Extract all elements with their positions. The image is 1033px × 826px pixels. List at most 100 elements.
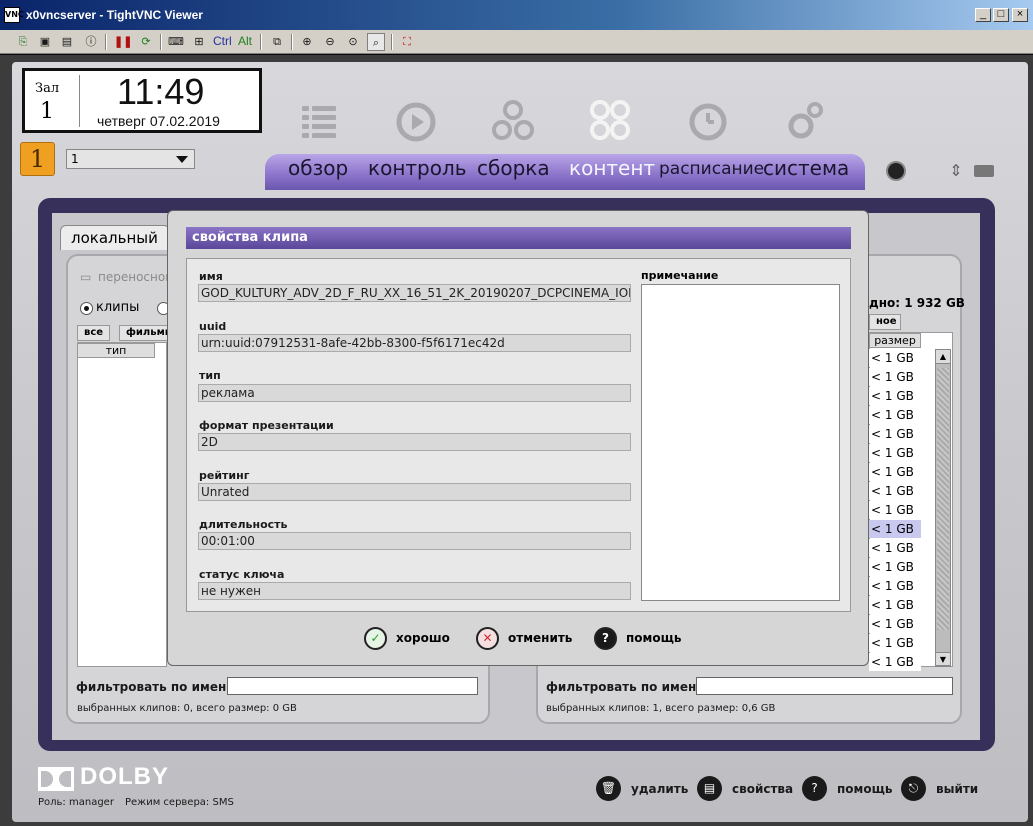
field-rating-label: рейтинг [199, 469, 250, 482]
size-cell[interactable]: < 1 GB [869, 501, 921, 519]
left-filter-label: фильтровать по имени [76, 680, 235, 694]
scroll-down-icon[interactable]: ▼ [936, 652, 950, 666]
refresh-icon[interactable]: ⟳ [137, 33, 155, 51]
dolby-logo: DOLBY [38, 763, 178, 795]
tab-other[interactable]: ное [869, 314, 901, 330]
ctrl-key-button[interactable]: Ctrl [213, 34, 232, 48]
left-summary: выбранных клипов: 0, всего размер: 0 GB [77, 703, 297, 714]
tab-films[interactable]: фильмы [119, 325, 169, 341]
size-cell[interactable]: < 1 GB [869, 539, 921, 557]
toolbar-separator [260, 34, 262, 50]
toolbar-separator [291, 34, 293, 50]
x-icon: ✕ [476, 627, 499, 650]
fullscreen-icon[interactable]: ⛶ [398, 33, 416, 51]
server-mode-label: Режим сервера: SMS [125, 797, 234, 808]
clock-panel: Зал 1 11:49 четверг 07.02.2019 [22, 68, 262, 133]
size-cell[interactable]: < 1 GB [869, 349, 921, 367]
close-button[interactable]: × [1012, 8, 1028, 22]
clipboard-icon[interactable]: ⧉ [268, 33, 286, 51]
scroll-thumb[interactable] [937, 368, 949, 630]
tab-assembly[interactable]: сборка [477, 156, 550, 180]
window-title: x0vncserver - TightVNC Viewer [26, 8, 203, 22]
tab-control[interactable]: контроль [368, 156, 467, 180]
hall-select[interactable]: 1 [66, 149, 195, 169]
playback-icon[interactable] [394, 98, 438, 142]
import-icon: ▭ [80, 270, 92, 284]
tab-content[interactable]: контент [569, 156, 655, 180]
size-cell[interactable]: < 1 GB [869, 368, 921, 386]
left-filter-input[interactable] [227, 677, 478, 695]
tab-schedule[interactable]: расписание [659, 159, 764, 179]
size-cell[interactable]: < 1 GB [869, 425, 921, 443]
options-icon[interactable]: ▤ [58, 33, 76, 51]
toolbar-separator [391, 34, 393, 50]
vnc-toolbar: ⎘ ▣ ▤ ⓘ ❚❚ ⟳ ⌨ ⊞ Ctrl Alt ⧉ ⊕ ⊖ ⊙ ⌕ ⛶ [0, 30, 1033, 54]
clock-divider [79, 75, 80, 127]
zoom-in-icon[interactable]: ⊕ [298, 33, 316, 51]
size-cell[interactable]: < 1 GB [869, 520, 921, 538]
portable-source-label[interactable]: переносной [98, 270, 173, 284]
save-icon[interactable]: ▣ [36, 33, 54, 51]
size-cell[interactable]: < 1 GB [869, 463, 921, 481]
column-type[interactable]: тип [77, 343, 155, 358]
hall-label: Зал [35, 81, 60, 96]
hall-badge[interactable]: 1 [20, 142, 55, 176]
zoom-out-icon[interactable]: ⊖ [321, 33, 339, 51]
usb-icon[interactable]: ⇕ [946, 161, 966, 181]
field-rating-value: Unrated [198, 483, 631, 501]
size-cell[interactable]: < 1 GB [869, 577, 921, 595]
win-key-icon[interactable]: ⊞ [190, 33, 208, 51]
size-cell[interactable]: < 1 GB [869, 615, 921, 633]
right-filter-label: фильтровать по имени [546, 680, 705, 694]
zoom-auto-icon[interactable]: ⌕ [367, 33, 385, 51]
chevron-down-icon [176, 156, 188, 163]
field-uuid-label: uuid [199, 320, 227, 333]
clock-icon[interactable] [686, 98, 730, 142]
question-icon: ? [802, 776, 827, 801]
device-icon[interactable] [974, 165, 994, 177]
alt-key-button[interactable]: Alt [238, 34, 252, 48]
new-connection-icon[interactable]: ⎘ [14, 33, 32, 51]
ctrl-alt-del-icon[interactable]: ⌨ [167, 33, 185, 51]
size-cell[interactable]: < 1 GB [869, 558, 921, 576]
note-textarea[interactable] [641, 284, 840, 601]
size-cell[interactable]: < 1 GB [869, 482, 921, 500]
tab-all[interactable]: все [77, 325, 111, 341]
field-format-value: 2D [198, 433, 631, 451]
pause-icon[interactable]: ❚❚ [114, 33, 132, 51]
tab-system[interactable]: система [763, 156, 849, 180]
field-type-value: реклама [198, 384, 631, 402]
gear-icon[interactable] [783, 98, 827, 142]
field-name-label: имя [199, 270, 223, 283]
info-icon[interactable]: ⓘ [82, 33, 100, 51]
document-icon: ▤ [697, 776, 722, 801]
radio-clips[interactable] [80, 302, 93, 315]
zoom-100-icon[interactable]: ⊙ [344, 33, 362, 51]
size-cell[interactable]: < 1 GB [869, 444, 921, 462]
alert-icon[interactable] [886, 161, 906, 181]
right-scrollbar[interactable]: ▲ ▼ [935, 349, 951, 667]
right-filter-input[interactable] [696, 677, 953, 695]
maximize-button[interactable]: □ [993, 8, 1009, 22]
column-size[interactable]: размер [869, 333, 921, 348]
size-cell[interactable]: < 1 GB [869, 596, 921, 614]
size-cell[interactable]: < 1 GB [869, 653, 921, 671]
tab-local[interactable]: локальный [60, 225, 170, 250]
hall-select-value: 1 [71, 152, 79, 166]
field-name-value: GOD_KULTURY_ADV_2D_F_RU_XX_16_51_2K_2019… [198, 284, 631, 302]
dolby-wordmark: DOLBY [80, 763, 169, 790]
cluster-icon[interactable] [491, 98, 535, 142]
grid-circles-icon[interactable] [588, 98, 632, 142]
cancel-button-label: отменить [508, 631, 573, 645]
free-space-label: дно: 1 932 GB [869, 296, 965, 310]
note-label: примечание [641, 269, 719, 282]
size-cell[interactable]: < 1 GB [869, 387, 921, 405]
minimize-button[interactable]: _ [975, 8, 991, 22]
list-icon[interactable] [298, 98, 342, 142]
scroll-up-icon[interactable]: ▲ [936, 350, 950, 364]
left-clip-table[interactable] [77, 342, 167, 667]
size-cell[interactable]: < 1 GB [869, 406, 921, 424]
clock-time: 11:49 [117, 71, 205, 112]
size-cell[interactable]: < 1 GB [869, 634, 921, 652]
tab-overview[interactable]: обзор [288, 156, 348, 180]
